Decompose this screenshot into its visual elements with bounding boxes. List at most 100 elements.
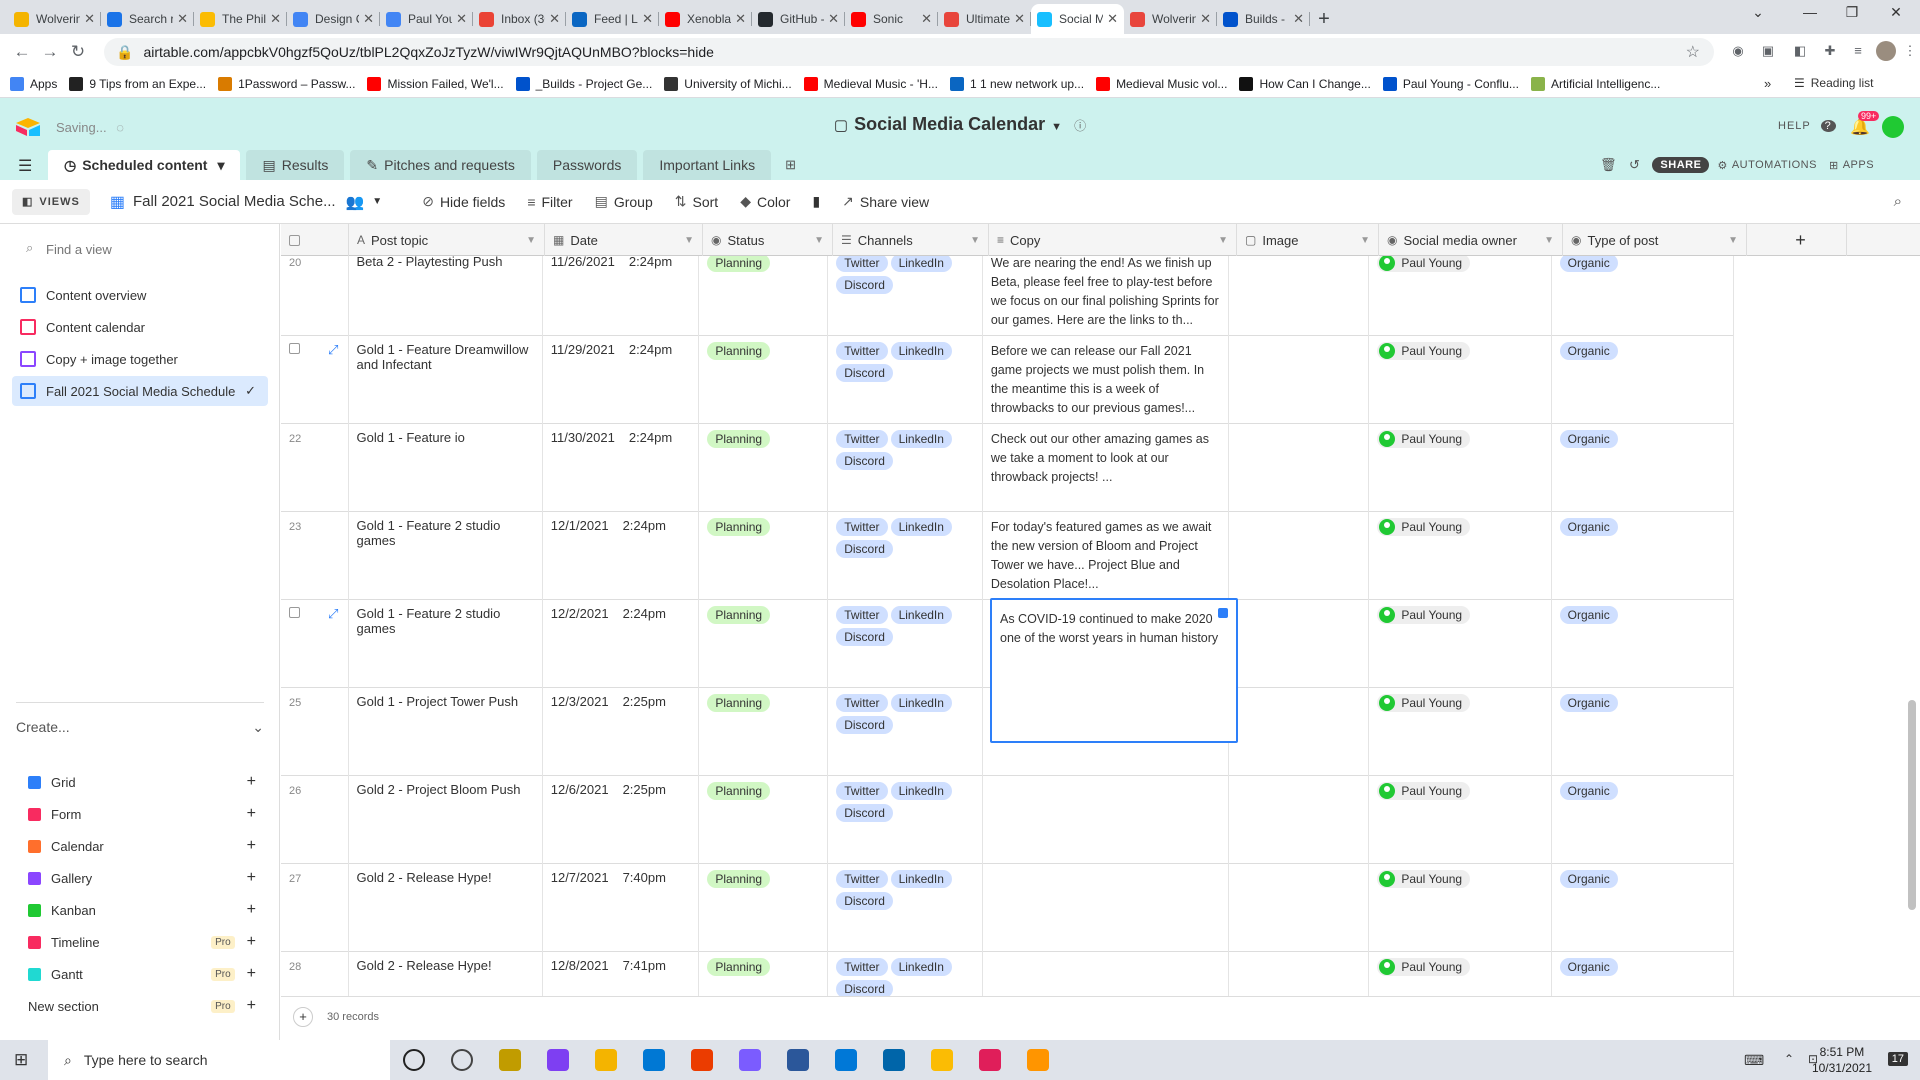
plus-icon[interactable]: + — [247, 837, 256, 855]
browser-tab[interactable]: Paul Youn✕ — [380, 4, 473, 34]
views-button[interactable]: ◧ VIEWS — [12, 188, 90, 215]
owner-cell[interactable]: Paul Young — [1369, 512, 1552, 600]
image-cell[interactable] — [1229, 864, 1370, 952]
table-row[interactable]: 27 Gold 2 - Release Hype! 12/7/2021 7:40pm P… — [281, 864, 1734, 952]
copy-cell[interactable]: For today's featured games as we await t… — [983, 512, 1229, 600]
hide-fields-button[interactable]: ⊘ Hide fields — [422, 193, 505, 210]
date-cell[interactable]: 12/6/2021 2:25pm — [543, 776, 700, 864]
bookmark-item[interactable]: Artificial Intelligenc... — [1530, 76, 1660, 91]
browser-tab[interactable]: The Philos✕ — [194, 4, 287, 34]
bookmark-item[interactable]: How Can I Change... — [1239, 76, 1371, 91]
system-clock[interactable]: 8:51 PM 10/31/2021 — [1812, 1044, 1872, 1076]
post-topic-cell[interactable]: Gold 2 - Release Hype! — [349, 864, 543, 952]
image-cell[interactable] — [1229, 600, 1370, 688]
date-cell[interactable]: 11/26/2021 2:24pm — [543, 256, 700, 336]
copy-cell[interactable] — [983, 776, 1229, 864]
column-header[interactable]: ◉ Social media owner ▼ — [1379, 224, 1563, 256]
find-view-input[interactable] — [46, 242, 246, 257]
table-row[interactable]: 23 Gold 1 - Feature 2 studio games 12/1/20… — [281, 512, 1734, 600]
column-header[interactable]: A Post topic ▼ — [349, 224, 545, 256]
type-of-post-cell[interactable]: Organic — [1552, 688, 1734, 776]
column-header[interactable]: ☰ Channels ▼ — [833, 224, 989, 256]
windows-start-icon[interactable]: ⊞ — [14, 1050, 28, 1070]
select-all-checkbox[interactable] — [289, 234, 300, 246]
group-button[interactable]: ▤ Group — [595, 193, 653, 210]
view-item[interactable]: Content calendar — [12, 312, 268, 342]
chevron-down-icon[interactable]: ▼ — [970, 235, 980, 246]
keyboard-icon[interactable]: ⌨ — [1744, 1052, 1764, 1069]
tab-close-icon[interactable]: ✕ — [1293, 11, 1304, 27]
status-cell[interactable]: Planning — [699, 512, 829, 600]
plus-icon[interactable]: + — [247, 965, 256, 983]
post-topic-cell[interactable]: Gold 2 - Project Bloom Push — [349, 776, 543, 864]
status-cell[interactable]: Planning — [699, 952, 829, 996]
browser-tab[interactable]: Social Me✕ — [1031, 4, 1124, 34]
extension-icon[interactable]: ◧ — [1790, 41, 1810, 61]
type-of-post-cell[interactable]: Organic — [1552, 864, 1734, 952]
bookmark-item[interactable]: _Builds - Project Ge... — [515, 76, 652, 91]
selected-copy-cell[interactable]: As COVID-19 continued to make 2020 one o… — [990, 598, 1238, 743]
select-all-header[interactable] — [281, 224, 349, 256]
tab-close-icon[interactable]: ✕ — [84, 11, 95, 27]
copy-cell[interactable] — [983, 864, 1229, 952]
browser-tab[interactable]: Builds - P ✕ — [1217, 4, 1310, 34]
table-row[interactable]: ⤢ Gold 1 - Feature Dreamwillow and Infect… — [281, 336, 1734, 424]
filter-button[interactable]: ≡ Filter — [527, 193, 572, 210]
status-cell[interactable]: Planning — [699, 688, 829, 776]
status-cell[interactable]: Planning — [699, 336, 829, 424]
chevron-down-icon[interactable]: ▼ — [1544, 235, 1554, 246]
channels-cell[interactable]: Twitter LinkedIn Discord — [828, 864, 983, 952]
copy-cell[interactable]: Check out our other amazing games as we … — [983, 424, 1229, 512]
plus-icon[interactable]: + — [247, 869, 256, 887]
tray-chevron-icon[interactable]: ⌃ — [1784, 1052, 1794, 1066]
tab-close-icon[interactable]: ✕ — [921, 11, 932, 27]
type-of-post-cell[interactable]: Organic — [1552, 424, 1734, 512]
sort-button[interactable]: ⇅ Sort — [675, 193, 718, 210]
status-cell[interactable]: Planning — [699, 424, 829, 512]
tab-close-icon[interactable]: ✕ — [363, 11, 374, 27]
close-window-button[interactable]: ✕ — [1876, 4, 1916, 21]
bookmark-item[interactable]: Medieval Music vol... — [1096, 76, 1227, 91]
copy-cell[interactable]: We are nearing the end! As we finish up … — [983, 256, 1229, 336]
create-grid-item[interactable]: Grid + — [28, 766, 256, 798]
date-cell[interactable]: 11/30/2021 2:24pm — [543, 424, 700, 512]
image-cell[interactable] — [1229, 952, 1370, 996]
view-item[interactable]: Content overview — [12, 280, 268, 310]
reload-icon[interactable]: ↻ — [64, 42, 92, 62]
chrome-taskbar-button[interactable] — [918, 1040, 966, 1080]
plus-icon[interactable]: + — [247, 997, 256, 1015]
create-gallery-item[interactable]: Gallery + — [28, 862, 256, 894]
browser-tab[interactable]: Search res✕ — [101, 4, 194, 34]
extension-icon[interactable]: ▣ — [1758, 41, 1778, 61]
tab-close-icon[interactable]: ✕ — [1107, 11, 1118, 27]
menu-icon[interactable]: ⋮ — [1900, 41, 1920, 61]
bookmark-item[interactable]: Medieval Music - 'H... — [803, 76, 938, 91]
create-view-toggle[interactable]: Create... ⌄ — [16, 702, 264, 736]
mail-taskbar-button[interactable] — [630, 1040, 678, 1080]
forward-icon[interactable]: → — [36, 42, 64, 62]
status-cell[interactable]: Planning — [699, 776, 829, 864]
cortana-taskbar-button[interactable] — [390, 1040, 438, 1080]
image-cell[interactable] — [1229, 256, 1370, 336]
grid-scrollbar[interactable] — [1908, 700, 1916, 910]
hamburger-icon[interactable]: ☰ — [18, 156, 32, 176]
create-form-item[interactable]: Form + — [28, 798, 256, 830]
bookmark-item[interactable]: Mission Failed, We'l... — [367, 76, 504, 91]
apps-button[interactable]: APPS — [1843, 159, 1874, 171]
chevron-down-icon[interactable]: ▼ — [684, 235, 694, 246]
more-bookmarks-icon[interactable]: » — [1764, 76, 1771, 91]
bookmark-item[interactable]: 1Password – Passw... — [218, 76, 355, 91]
slack-taskbar-button[interactable] — [966, 1040, 1014, 1080]
add-field-button[interactable]: + — [1747, 224, 1847, 256]
date-cell[interactable]: 12/2/2021 2:24pm — [543, 600, 700, 688]
type-of-post-cell[interactable]: Organic — [1552, 256, 1734, 336]
browser-tab[interactable]: Sonic ✕ — [845, 4, 938, 34]
trash-icon[interactable]: 🗑 — [1600, 157, 1617, 173]
post-topic-cell[interactable]: Gold 1 - Feature 2 studio games — [349, 600, 543, 688]
create-new-section-item[interactable]: New section Pro + — [28, 990, 256, 1022]
back-icon[interactable]: ← — [8, 42, 36, 62]
firefox-taskbar-button[interactable] — [1014, 1040, 1062, 1080]
search-icon[interactable]: ⌕ — [1894, 193, 1902, 210]
tab-close-icon[interactable]: ✕ — [177, 11, 188, 27]
owner-cell[interactable]: Paul Young — [1369, 600, 1552, 688]
